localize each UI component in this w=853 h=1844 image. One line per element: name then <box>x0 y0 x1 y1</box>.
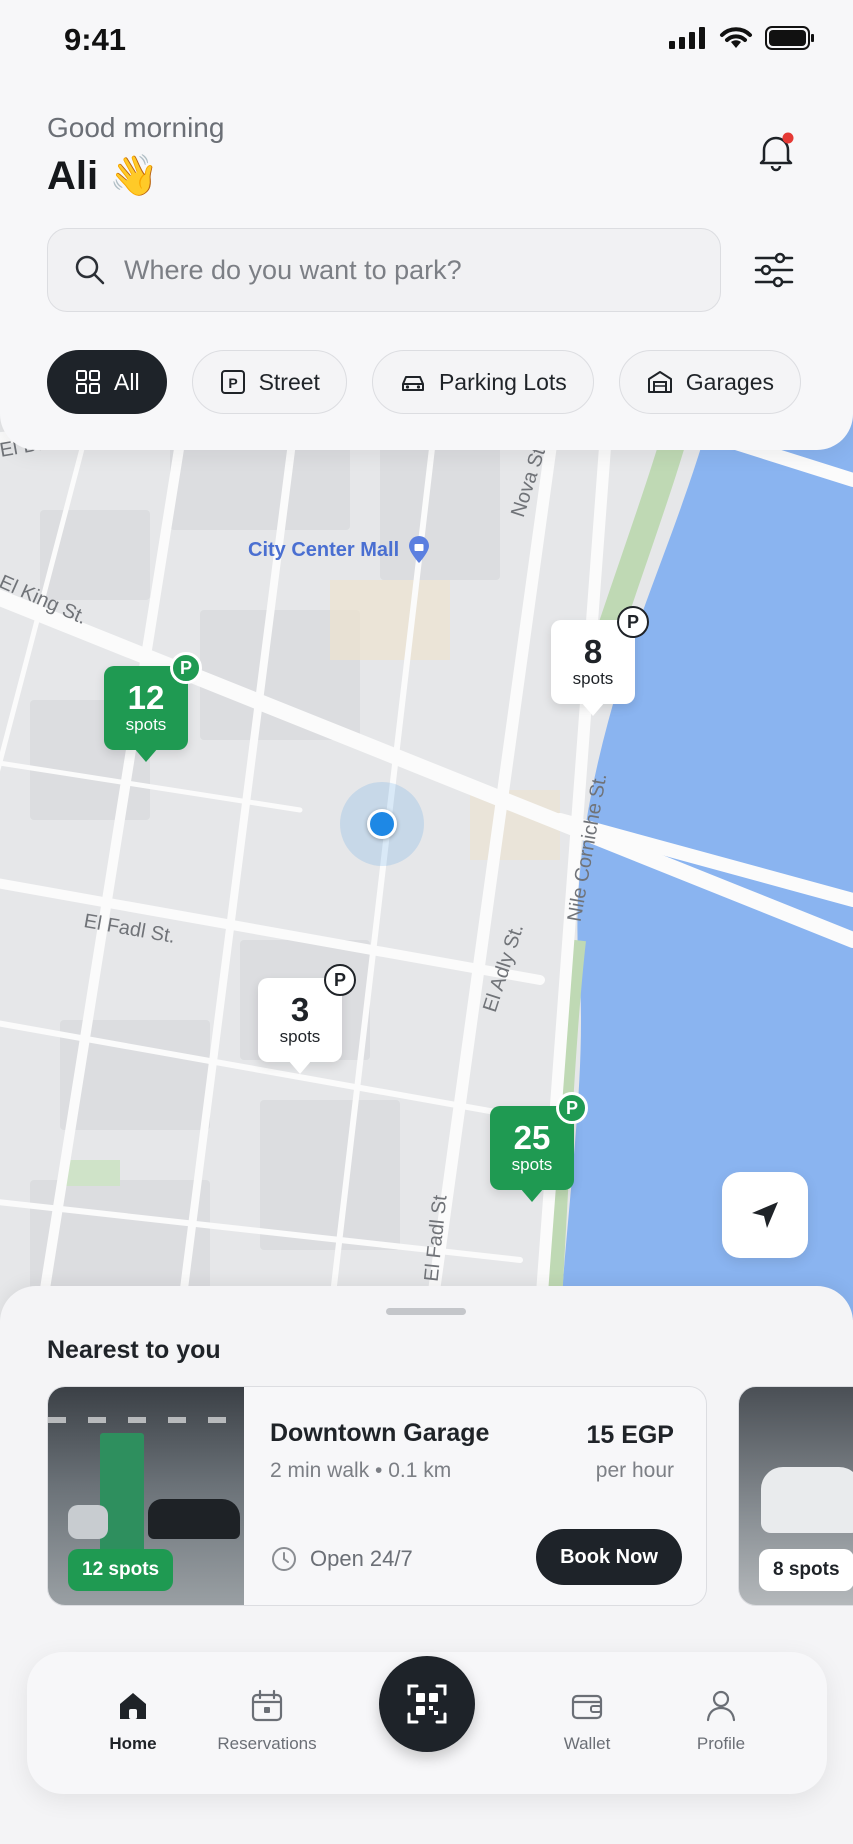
chip-parking-lots[interactable]: Parking Lots <box>371 350 594 414</box>
navigation-arrow-icon <box>752 1202 778 1228</box>
wallet-icon <box>571 1694 603 1720</box>
search-input[interactable] <box>124 254 684 286</box>
user-location-indicator <box>340 782 424 866</box>
signal-icon <box>669 27 705 49</box>
nav-reservations[interactable]: Reservations <box>187 1688 347 1754</box>
notification-bell-icon[interactable] <box>752 128 800 176</box>
card-hours: Open 24/7 <box>270 1545 413 1573</box>
chip-garages[interactable]: Garages <box>618 350 802 414</box>
chip-label: All <box>114 368 140 395</box>
nav-label: Profile <box>696 1734 746 1753</box>
clock-icon <box>272 1547 296 1571</box>
parking-badge-icon: P <box>556 1092 588 1124</box>
card-price: 15 EGP <box>586 1421 674 1449</box>
card-name: Downtown Garage <box>270 1419 490 1447</box>
chip-label: Garages <box>685 368 775 395</box>
battery-icon <box>765 26 814 50</box>
map-view[interactable]: El Baan Al Ahaly St. El King St. El Fadl… <box>0 380 853 1320</box>
card-distance: 2 min walk • 0.1 km <box>270 1459 452 1482</box>
status-bar: 9:41 <box>0 0 853 80</box>
spots-badge: 12 spots <box>68 1549 174 1591</box>
calendar-icon <box>251 1689 283 1722</box>
user-location-dot <box>367 809 397 839</box>
nav-label: Home <box>109 1734 157 1753</box>
status-time: 9:41 <box>64 22 127 57</box>
car-icon <box>401 376 424 391</box>
recenter-location-button[interactable] <box>722 1172 808 1258</box>
search-bar[interactable] <box>47 228 721 312</box>
spots-badge: 8 spots <box>759 1549 853 1591</box>
parking-marker[interactable]: 3 spots P <box>258 964 356 1074</box>
marker-count: 25 <box>513 1119 551 1156</box>
wifi-icon <box>720 27 752 48</box>
category-chips: All P Street Parking Lots Garages <box>47 350 802 414</box>
home-icon <box>120 1693 146 1719</box>
parking-marker[interactable]: 8 spots P <box>551 606 649 716</box>
marker-label: spots <box>572 669 614 688</box>
parking-card[interactable]: 8 spots <box>738 1386 853 1606</box>
parking-badge-icon: P <box>617 606 649 638</box>
qr-scan-button[interactable] <box>379 1656 475 1752</box>
search-icon <box>75 255 105 285</box>
parking-marker[interactable]: 12 spots P <box>104 652 202 762</box>
chip-all[interactable]: All <box>47 350 167 414</box>
marker-count: 3 <box>290 991 310 1028</box>
profile-icon <box>706 1690 736 1722</box>
chip-label: Parking Lots <box>438 368 567 395</box>
poi-city-center-mall[interactable]: City Center Mall <box>248 536 431 564</box>
marker-label: spots <box>279 1027 321 1046</box>
sheet-handle[interactable] <box>386 1308 466 1315</box>
garage-photo: 12 spots <box>48 1387 244 1605</box>
greeting: Good morning <box>47 112 225 143</box>
hours-label: Open 24/7 <box>310 1546 413 1571</box>
marker-count: 8 <box>583 633 603 670</box>
parking-card[interactable]: 12 spots Downtown Garage 2 min walk • 0.… <box>47 1386 707 1606</box>
filter-sliders-icon[interactable] <box>752 248 796 292</box>
parking-marker[interactable]: 25 spots P <box>490 1092 588 1202</box>
marker-label: spots <box>511 1155 553 1174</box>
shopping-pin-icon <box>409 536 430 563</box>
parking-sign-icon: P <box>220 370 245 394</box>
garage-icon <box>647 371 672 393</box>
nav-label: Reservations <box>217 1734 317 1753</box>
svg-text:P: P <box>228 375 237 391</box>
card-price-unit: per hour <box>595 1459 674 1482</box>
status-icons <box>669 26 815 50</box>
grid-icon <box>76 370 100 394</box>
book-now-button[interactable]: Book Now <box>536 1529 682 1585</box>
qr-scan-icon <box>407 1684 447 1724</box>
parking-badge-icon: P <box>324 964 356 996</box>
poi-label: City Center Mall <box>248 538 400 561</box>
nav-profile[interactable]: Profile <box>641 1688 801 1754</box>
marker-count: 12 <box>127 679 165 716</box>
bottom-nav: Home Reservations Wallet Profile <box>27 1652 827 1794</box>
section-title: Nearest to you <box>47 1336 221 1364</box>
username: Ali 👋 <box>47 154 160 198</box>
marker-label: spots <box>125 715 167 734</box>
parking-badge-icon: P <box>170 652 202 684</box>
nav-label: Wallet <box>563 1734 611 1753</box>
chip-street[interactable]: P Street <box>191 350 347 414</box>
chip-label: Street <box>258 368 320 395</box>
